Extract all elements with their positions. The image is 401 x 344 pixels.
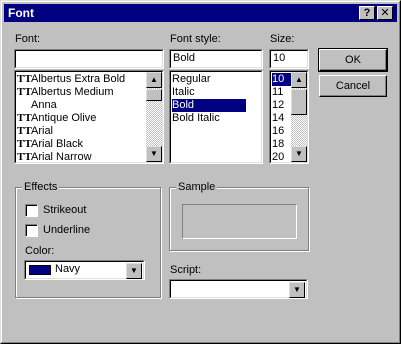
font-scrollbar[interactable]: ▲ ▼ (146, 72, 162, 162)
underline-label[interactable]: Underline (43, 224, 90, 236)
truetype-icon: TT (17, 151, 32, 163)
font-style-list-item[interactable]: Regular (172, 73, 246, 86)
truetype-icon: TT (17, 138, 32, 150)
font-list-item[interactable]: TTAlbertus Extra Bold (17, 73, 145, 86)
font-list-item[interactable]: TTAlbertus Medium (17, 86, 145, 99)
font-list-item[interactable]: TTAntique Olive (17, 112, 145, 125)
font-list-item[interactable]: TTArial Black (17, 138, 145, 151)
color-label: Color: (25, 245, 55, 257)
font-label: Font: (15, 33, 41, 45)
truetype-icon: TT (17, 112, 32, 124)
font-style-list-item[interactable]: Italic (172, 86, 246, 99)
scroll-down-icon[interactable]: ▼ (291, 146, 307, 162)
truetype-icon: TT (17, 86, 32, 98)
scroll-thumb[interactable] (146, 89, 162, 101)
strikeout-label[interactable]: Strikeout (43, 204, 86, 216)
strikeout-checkbox[interactable] (25, 204, 38, 217)
title-bar[interactable]: Font ? ✕ (4, 4, 397, 22)
sample-group: Sample (169, 181, 309, 251)
color-select[interactable]: Navy ▼ (24, 260, 145, 280)
size-input[interactable]: 10 (269, 49, 309, 69)
truetype-icon: TT (17, 73, 32, 85)
size-scrollbar[interactable]: ▲ ▼ (291, 72, 307, 162)
size-list-item[interactable]: 10 (272, 73, 292, 86)
sample-title: Sample (176, 181, 218, 193)
font-list-item[interactable]: TTArial Narrow (17, 151, 145, 164)
script-label: Script: (170, 264, 202, 276)
effects-title: Effects (22, 181, 60, 193)
font-style-list-item[interactable]: Bold (172, 99, 246, 112)
scroll-down-icon[interactable]: ▼ (146, 146, 162, 162)
size-list-item[interactable]: 12 (272, 99, 292, 112)
size-list[interactable]: 10 11 12 14 16 18 20 ▲ ▼ (269, 70, 309, 164)
size-list-item[interactable]: 14 (272, 112, 292, 125)
scroll-up-icon[interactable]: ▲ (146, 72, 162, 88)
font-list-item[interactable]: TTArial (17, 125, 145, 138)
ok-button[interactable]: OK (318, 48, 388, 72)
font-style-list[interactable]: Regular Italic Bold Bold Italic (169, 70, 263, 164)
sample-preview (182, 204, 297, 239)
cancel-button[interactable]: Cancel (319, 75, 387, 97)
size-list-item[interactable]: 11 (272, 86, 292, 99)
window-title: Font (8, 6, 34, 20)
chevron-down-icon[interactable]: ▼ (289, 282, 305, 298)
underline-checkbox[interactable] (25, 224, 38, 237)
font-style-input[interactable]: Bold (169, 49, 263, 69)
font-list[interactable]: TTAlbertus Extra Bold TTAlbertus Medium An… (14, 70, 164, 164)
size-list-item[interactable]: 16 (272, 125, 292, 138)
font-input[interactable] (14, 49, 164, 69)
effects-group: Effects Strikeout Underline Color: Navy … (15, 181, 161, 298)
font-dialog: Font ? ✕ Font: TTAlbertus Extra Bold TTAl… (0, 0, 401, 344)
help-button[interactable]: ? (359, 6, 375, 20)
close-button[interactable]: ✕ (377, 6, 393, 20)
truetype-icon: TT (17, 125, 32, 137)
chevron-down-icon[interactable]: ▼ (126, 263, 142, 279)
size-label: Size: (270, 33, 295, 45)
size-list-item[interactable]: 20 (272, 151, 292, 164)
font-style-label: Font style: (170, 33, 221, 45)
color-value: Navy (55, 263, 81, 275)
scroll-thumb[interactable] (291, 89, 307, 115)
font-style-list-item[interactable]: Bold Italic (172, 112, 246, 125)
script-select[interactable]: ▼ (169, 279, 308, 299)
scroll-up-icon[interactable]: ▲ (291, 72, 307, 88)
size-list-item[interactable]: 18 (272, 138, 292, 151)
color-swatch (29, 265, 51, 275)
font-list-item[interactable]: Anna (17, 99, 145, 112)
